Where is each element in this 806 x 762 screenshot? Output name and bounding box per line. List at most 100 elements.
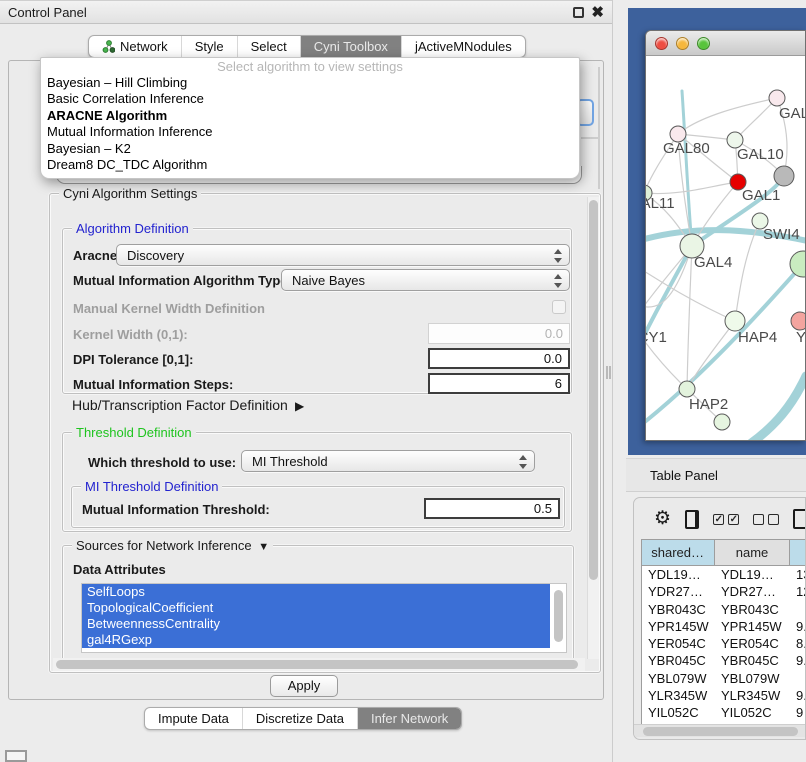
dropdown-item[interactable]: Bayesian – Hill Climbing (41, 75, 579, 91)
table-column-header[interactable]: name (715, 540, 790, 566)
split-pane-handle[interactable] (606, 366, 611, 379)
network-graph-canvas[interactable]: GALGAL80GAL10GAL1GAL11SWI4GAL4GCY1HAP4YH… (646, 57, 806, 441)
table-row[interactable]: YBR045CYBR045C9. (642, 652, 806, 669)
tab-select[interactable]: Select (237, 36, 300, 57)
attribute-item-selected[interactable]: SelfLoops (82, 584, 550, 600)
table-row[interactable]: YBR043CYBR043C (642, 601, 806, 618)
table-row[interactable]: YER054CYER054C8. (642, 635, 806, 652)
network-node-gal-top[interactable] (769, 90, 785, 106)
which-threshold-combo[interactable]: MI Threshold (241, 450, 535, 472)
dropdown-item[interactable]: Basic Correlation Inference (41, 91, 579, 107)
tab-label: Cyni Toolbox (314, 36, 388, 57)
mi-steps-field[interactable]: 6 (428, 373, 570, 394)
kernel-width-field[interactable]: 0.0 (428, 323, 570, 344)
which-threshold-value: MI Threshold (252, 454, 328, 469)
network-edge[interactable] (750, 376, 806, 441)
tab-network[interactable]: Network (89, 36, 181, 57)
settings-horizontal-scrollbar[interactable] (53, 658, 585, 671)
settings-hscroll-thumb[interactable] (56, 660, 578, 669)
network-edge[interactable] (735, 98, 777, 140)
kernel-width-label: Kernel Width (0,1): (73, 327, 188, 342)
dropdown-item[interactable]: Dream8 DC_TDC Algorithm (41, 157, 579, 173)
table-column-header[interactable] (790, 540, 806, 566)
table-row[interactable]: YLR345WYLR345W9. (642, 687, 806, 704)
apply-button[interactable]: Apply (270, 675, 338, 697)
table-cell: YER054C (715, 635, 790, 652)
tab-discretize-data[interactable]: Discretize Data (242, 708, 357, 729)
which-threshold-label: Which threshold to use: (88, 455, 236, 470)
new-table-icon[interactable] (793, 509, 806, 529)
sources-group: Sources for Network Inference ▼ Data Att… (62, 545, 574, 663)
list-scrollbar-thumb[interactable] (554, 590, 563, 642)
table-cell: YBR045C (715, 652, 790, 669)
tab-impute-data[interactable]: Impute Data (145, 708, 242, 729)
table-row[interactable]: YDR27…YDR27…12 (642, 583, 806, 600)
select-all-icon[interactable]: ✓ ✓ (713, 514, 739, 525)
table-row[interactable]: YDL19…YDL19…13 (642, 566, 806, 583)
network-node-gray-node[interactable] (774, 166, 794, 186)
attribute-item-selected[interactable]: BetweennessCentrality (82, 616, 550, 632)
table-row[interactable]: YIL052CYIL052C9 (642, 704, 806, 721)
table-panel-title: Table Panel (650, 468, 718, 483)
network-view-window: GALGAL80GAL10GAL1GAL11SWI4GAL4GCY1HAP4YH… (645, 30, 806, 441)
settings-vscroll-thumb[interactable] (589, 200, 598, 580)
table-cell: YBL079W (715, 670, 790, 687)
aracne-mode-combo[interactable]: Discovery (116, 244, 570, 266)
mi-threshold-field[interactable]: 0.5 (424, 498, 560, 519)
tab-cyni-toolbox[interactable]: Cyni Toolbox (300, 36, 401, 57)
table-column-header[interactable]: shared… (642, 540, 715, 566)
network-node-salmon-node[interactable] (791, 312, 806, 330)
minimize-traffic-light[interactable] (676, 37, 689, 50)
threshold-definition-group: Threshold Definition Which threshold to … (62, 432, 572, 532)
table-hscroll-thumb[interactable] (643, 727, 798, 736)
dpi-tolerance-field[interactable]: 0.0 (428, 348, 570, 369)
close-traffic-light[interactable] (655, 37, 668, 50)
tab-jactivemnodules[interactable]: jActiveMNodules (401, 36, 525, 57)
checked-checkbox-icon: ✓ (728, 514, 739, 525)
bottom-tabbar: Impute DataDiscretize Data Infer Network (144, 707, 462, 730)
network-edge[interactable] (687, 246, 692, 389)
network-edge[interactable] (682, 91, 692, 246)
docked-panel-fragment[interactable] (5, 750, 27, 762)
dropdown-item[interactable]: ARACNE Algorithm (41, 108, 579, 124)
table-rows: YDL19…YDL19…13YDR27…YDR27…12YBR043CYBR04… (642, 566, 806, 722)
node-label-swi4: SWI4 (763, 226, 800, 243)
mi-algorithm-type-combo[interactable]: Naive Bayes (281, 269, 570, 291)
table-row[interactable]: YBL079WYBL079W (642, 670, 806, 687)
table-cell: YLR345W (715, 687, 790, 704)
table-cell: 9. (790, 687, 806, 704)
network-window-titlebar[interactable] (646, 31, 805, 56)
float-window-icon[interactable] (573, 7, 584, 18)
table-row[interactable]: YPR145WYPR145W9. (642, 618, 806, 635)
table-cell: 12 (790, 583, 806, 600)
tab-style[interactable]: Style (181, 36, 237, 57)
mi-type-value: Naive Bayes (292, 273, 365, 288)
sources-group-title[interactable]: Sources for Network Inference ▼ (72, 538, 273, 553)
settings-vertical-scrollbar[interactable] (587, 197, 599, 659)
network-node-green-bottom[interactable] (714, 414, 730, 430)
network-edge[interactable] (735, 221, 760, 321)
network-edge[interactable] (678, 98, 777, 134)
manual-kernel-checkbox[interactable] (552, 300, 566, 314)
dropdown-item[interactable]: Mutual Information Inference (41, 124, 579, 140)
column-view-icon[interactable] (685, 510, 699, 529)
dropdown-item[interactable]: Bayesian – K2 (41, 141, 579, 157)
deselect-all-icon[interactable] (753, 514, 779, 525)
attribute-item-selected[interactable]: TopologicalCoefficient (82, 600, 550, 616)
table-cell: YPR145W (715, 618, 790, 635)
control-panel-title: Control Panel (8, 5, 87, 20)
network-node-hap4[interactable] (725, 311, 745, 331)
tab-infer-network[interactable]: Infer Network (357, 708, 461, 729)
tab-label: Infer Network (371, 708, 448, 729)
unchecked-checkbox-icon (753, 514, 764, 525)
node-label-gal1: GAL1 (742, 187, 780, 204)
hub-definition-toggle[interactable]: Hub/Transcription Factor Definition ▶ (72, 397, 304, 413)
zoom-traffic-light[interactable] (697, 37, 710, 50)
table-horizontal-scrollbar[interactable] (634, 724, 806, 737)
close-icon[interactable]: ✖ (591, 4, 604, 22)
network-edge[interactable] (646, 182, 738, 194)
data-attributes-list[interactable]: SelfLoopsTopologicalCoefficientBetweenne… (81, 583, 567, 653)
network-node-hap2[interactable] (679, 381, 695, 397)
gear-icon[interactable]: ⚙ (654, 508, 671, 530)
attribute-item-selected[interactable]: gal4RGexp (82, 632, 550, 648)
